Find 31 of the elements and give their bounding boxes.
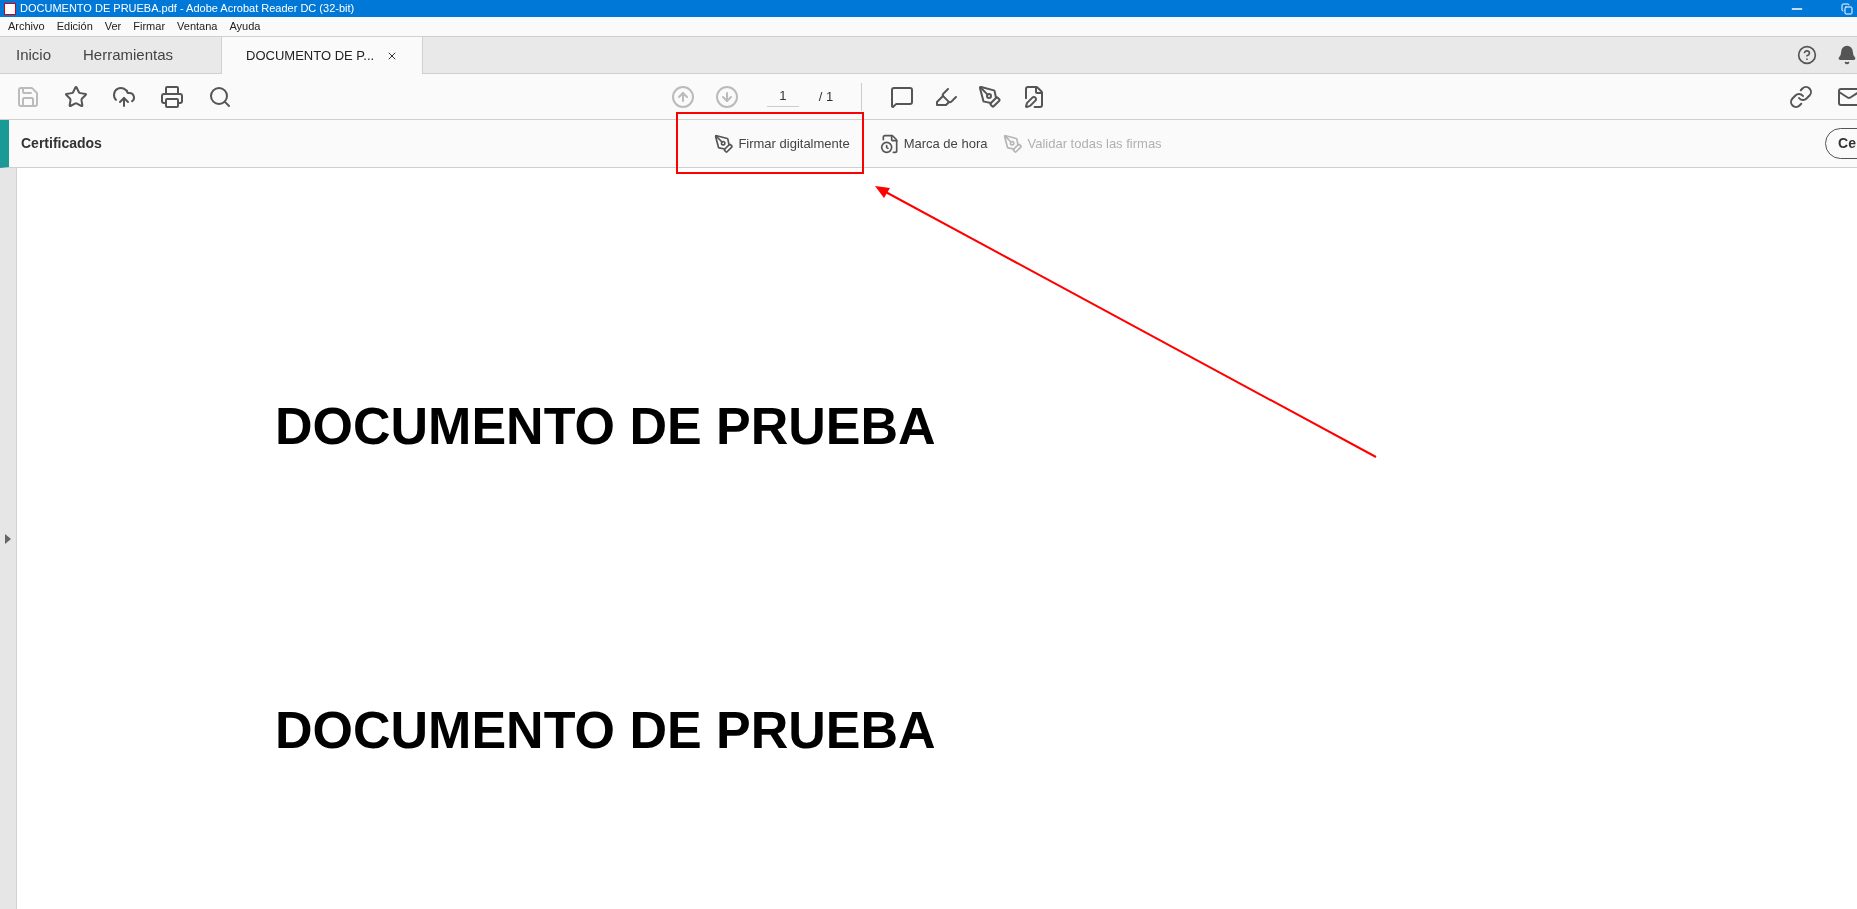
cloud-upload-icon[interactable]: [112, 84, 136, 109]
expand-triangle-icon[interactable]: [5, 533, 11, 544]
bell-icon[interactable]: [1837, 45, 1857, 65]
menu-item[interactable]: Ventana: [177, 18, 218, 35]
search-icon[interactable]: [208, 84, 232, 109]
printer-icon[interactable]: [160, 84, 184, 109]
tab[interactable]: DOCUMENTO DE P...: [221, 37, 424, 74]
tool-button[interactable]: Marca de hora: [879, 133, 988, 154]
window-title: DOCUMENTO DE PRUEBA.pdf - Adobe Acrobat Reader DC (32-bit): [20, 3, 355, 14]
link-icon[interactable]: [1789, 84, 1813, 109]
menu-item[interactable]: Firmar: [133, 18, 166, 35]
menu-item[interactable]: Ayuda: [229, 18, 261, 35]
menu-item[interactable]: Edición: [56, 18, 93, 35]
menu-item[interactable]: Ver: [104, 18, 122, 35]
tool-button[interactable]: Firmar digitalmente: [714, 133, 850, 154]
file-clock-icon: [879, 133, 900, 154]
document-heading: DOCUMENTO DE PRUEBA: [275, 704, 937, 756]
pen-nib-icon[interactable]: [978, 84, 1003, 109]
panel-title: Certificados: [21, 134, 102, 153]
pen-nib-icon: [1003, 133, 1024, 154]
tab[interactable]: Herramientas: [67, 37, 190, 73]
tab[interactable]: Inicio: [0, 37, 68, 73]
star-icon[interactable]: [64, 84, 88, 109]
page-total: / 1: [818, 87, 834, 106]
pen-nib-icon: [714, 133, 735, 154]
comment-icon[interactable]: [890, 84, 915, 109]
restore-icon[interactable]: [1841, 2, 1853, 15]
menu-item[interactable]: Archivo: [8, 18, 45, 35]
page-number-field[interactable]: 1: [766, 86, 799, 107]
help-icon[interactable]: [1797, 45, 1817, 65]
document-heading: DOCUMENTO DE PRUEBA: [275, 400, 937, 452]
